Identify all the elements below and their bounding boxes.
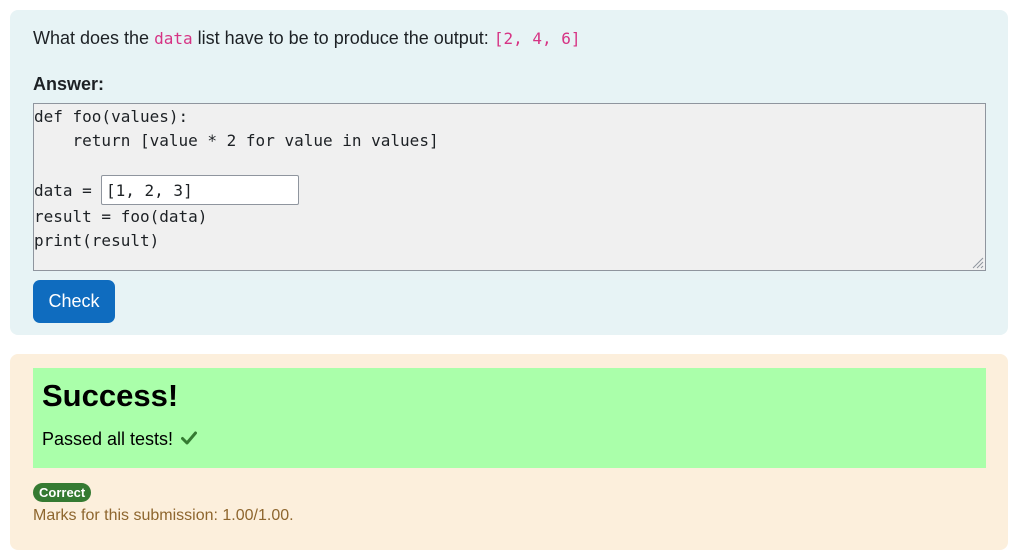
question-text: What does the data list have to be to pr… xyxy=(33,27,581,50)
question-suffix: list have to be to produce the output: xyxy=(192,28,494,48)
question-code-word: data xyxy=(154,29,193,48)
resize-grip-icon[interactable] xyxy=(972,257,984,269)
success-title: Success! xyxy=(42,378,179,413)
code-line-5: print(result) xyxy=(34,231,160,250)
success-message-text: Passed all tests! xyxy=(42,429,174,449)
correct-badge: Correct xyxy=(33,483,92,502)
checkmark-icon xyxy=(181,431,198,445)
question-card: What does the data list have to be to pr… xyxy=(10,10,1008,335)
marks-text: Marks for this submission: 1.00/1.00. xyxy=(33,507,294,524)
data-answer-input[interactable] xyxy=(101,175,299,205)
code-answer-area: def foo(values): return [value * 2 for v… xyxy=(33,103,986,271)
code-line-2: return [value * 2 for value in values] xyxy=(34,131,439,150)
code-line-3-prefix: data = xyxy=(34,181,102,200)
check-button[interactable]: Check xyxy=(33,280,115,323)
feedback-card: Success! Passed all tests! Correct Marks… xyxy=(10,354,1008,550)
success-box: Success! Passed all tests! xyxy=(33,368,986,468)
expected-output: [2, 4, 6] xyxy=(493,29,581,48)
answer-label: Answer: xyxy=(33,74,105,94)
question-prefix: What does the xyxy=(33,28,155,48)
code-line-1: def foo(values): xyxy=(34,107,189,126)
code-line-4: result = foo(data) xyxy=(34,207,208,226)
success-message: Passed all tests! xyxy=(42,428,198,450)
